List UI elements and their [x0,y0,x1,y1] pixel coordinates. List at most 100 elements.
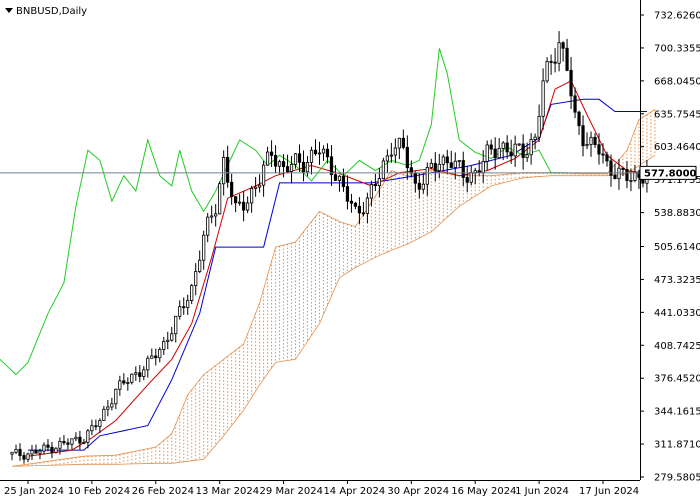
candle-body [577,111,581,127]
candle-body [102,408,106,421]
candle-body [46,444,50,448]
candle-body [134,372,138,375]
candle-body [473,170,477,173]
candle-body [50,446,54,453]
date-tick-label: 26 Feb 2024 [132,486,194,497]
price-tick-label: 668.0450 [654,76,700,87]
candle-body [78,436,82,444]
candle-body [106,406,110,410]
date-tick-label: 17 Jun 2024 [579,486,639,497]
candle-body [337,175,342,181]
candle-body [110,403,114,408]
candle-body [281,161,286,168]
candle-body [545,61,549,82]
candle-body [517,143,521,146]
candle-body [393,147,397,156]
candle-body [226,156,230,183]
candle-body [178,306,182,317]
candle-body [154,355,158,359]
candle-body [597,144,601,155]
candle-body [489,144,493,150]
candle-body [537,115,541,138]
candle-body [525,154,529,158]
candle-body [297,153,302,163]
candle-body [373,184,377,187]
candle-body [629,180,633,182]
candle-body [605,154,609,162]
candle-body [206,216,210,236]
candle-body [553,61,557,64]
candle-body [437,163,441,171]
candle-body [238,201,242,204]
price-tick-label: 635.7545 [654,109,700,120]
candle-body [285,166,290,172]
candle-body [385,155,389,162]
date-tick-label: 14 Apr 2024 [323,486,385,497]
candle-body [114,388,118,405]
candle-body [14,448,18,453]
candle-body [397,137,401,149]
candle-body [190,285,194,301]
candle-body [317,152,322,155]
candle-body [529,139,533,156]
candle-body [257,184,262,188]
candle-body [174,315,178,335]
candle-body [313,149,318,155]
candle-body [353,202,358,207]
candle-body [381,160,385,180]
candle-body [421,183,425,190]
candle-body [170,333,174,341]
candle-body [593,136,597,146]
candle-body [565,47,569,71]
date-tick-label: 29 Mar 2024 [260,486,323,497]
candle-body [365,197,370,214]
price-tick-label: 311.8710 [654,440,700,451]
candle-body [246,202,250,211]
candle-body [425,167,429,185]
date-tick-label: 16 May 2024 [451,486,516,497]
candle-body [166,339,170,342]
candle-body [561,42,565,49]
candle-body [186,300,190,308]
background [0,0,700,500]
candle-body [621,167,625,170]
candle-body [325,148,330,158]
candle-body [234,196,238,204]
price-tick-label: 603.4640 [654,142,700,153]
candle-body [497,147,501,159]
candle-body [22,455,26,460]
candle-body [329,156,334,176]
candle-body [150,355,154,359]
chart-title: BNBUSD,Daily [5,6,87,17]
candle-body [230,181,234,198]
price-tick-label: 473.3235 [654,275,700,286]
candle-body [589,136,593,145]
candle-body [18,448,22,456]
candle-body [301,161,306,173]
date-tick-label: 10 Feb 2024 [68,486,130,497]
date-tick-label: 1 Jun 2024 [515,486,569,497]
candle-body [569,69,573,97]
candle-body [333,174,338,181]
candle-body [34,450,38,454]
candle-body [389,154,393,157]
candle-body [126,382,130,384]
candle-body [509,151,513,157]
candle-body [158,349,162,359]
candle-body [449,162,453,168]
candle-body [477,170,481,174]
candle-body [405,146,409,169]
candle-body [453,160,457,168]
candle-body [82,441,86,444]
candle-body [501,142,505,149]
date-tick-label: 13 Mar 2024 [196,486,259,497]
candle-body [345,186,350,202]
candle-body [94,425,98,428]
candle-body [10,451,14,455]
candle-body [513,143,517,157]
price-tick-label: 408.7425 [654,341,700,352]
candle-body [118,380,122,390]
candle-body [341,175,346,187]
candle-body [369,184,374,199]
candle-body [202,234,206,261]
